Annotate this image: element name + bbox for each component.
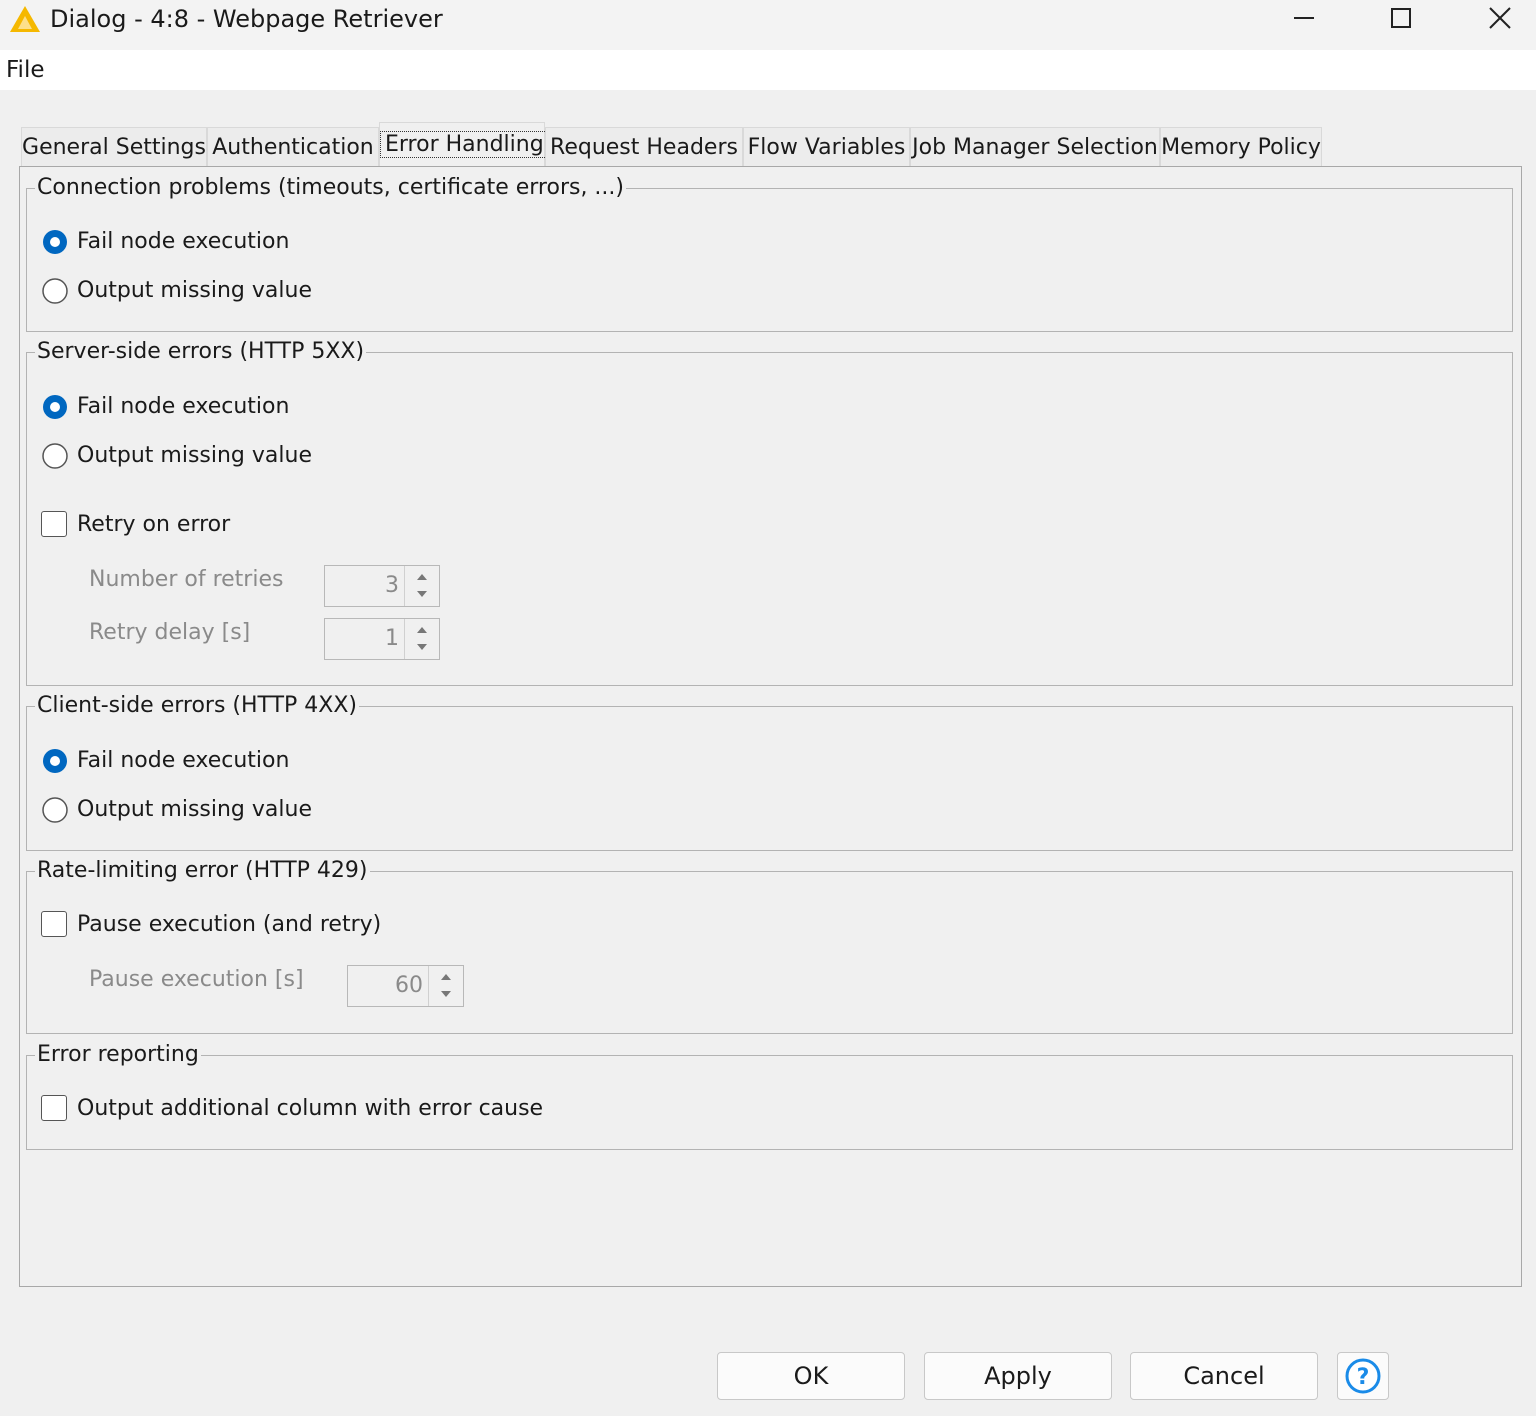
ok-button[interactable]: OK: [717, 1352, 905, 1400]
connection-problems-legend: Connection problems (timeouts, certifica…: [37, 175, 624, 200]
spinner-arrows-icon[interactable]: [404, 566, 439, 606]
minimize-icon: [1294, 17, 1314, 19]
help-button[interactable]: ?: [1337, 1352, 1389, 1400]
menu-bar: File: [0, 50, 1536, 90]
tab-request-headers[interactable]: Request Headers: [545, 127, 743, 167]
help-icon: ?: [1345, 1358, 1381, 1394]
spinner-arrows-icon[interactable]: [428, 966, 463, 1006]
cancel-button[interactable]: Cancel: [1130, 1352, 1318, 1400]
pause-seconds-spinner[interactable]: 60: [347, 965, 464, 1007]
pause-seconds-value: 60: [395, 973, 423, 998]
radio-unselected-icon: [42, 443, 68, 469]
radio-selected-icon: [43, 395, 67, 419]
rate-limiting-legend: Rate-limiting error (HTTP 429): [37, 858, 368, 883]
radio-unselected-icon: [42, 278, 68, 304]
retries-spinner[interactable]: 3: [324, 565, 440, 607]
tab-memory-policy[interactable]: Memory Policy: [1160, 127, 1322, 167]
menu-file[interactable]: File: [6, 56, 45, 84]
apply-button[interactable]: Apply: [924, 1352, 1112, 1400]
radio-selected-icon: [43, 230, 67, 254]
retries-label: Number of retries: [89, 567, 284, 592]
tab-job-manager-selection[interactable]: Job Manager Selection: [910, 127, 1160, 167]
close-icon: [1489, 7, 1511, 29]
close-button[interactable]: [1450, 0, 1536, 40]
tab-general-settings[interactable]: General Settings: [21, 127, 207, 167]
tab-error-handling[interactable]: Error Handling: [379, 122, 549, 168]
minimize-button[interactable]: [1254, 0, 1352, 40]
radio-selected-icon: [43, 749, 67, 773]
retry-delay-label: Retry delay [s]: [89, 620, 251, 645]
title-bar: Dialog - 4:8 - Webpage Retriever: [0, 0, 1536, 50]
server-errors-legend: Server-side errors (HTTP 5XX): [37, 339, 365, 364]
maximize-button[interactable]: [1352, 0, 1450, 40]
client-errors-legend: Client-side errors (HTTP 4XX): [37, 693, 358, 718]
radio-unselected-icon: [42, 797, 68, 823]
spinner-arrows-icon[interactable]: [404, 619, 439, 659]
retry-delay-spinner[interactable]: 1: [324, 618, 440, 660]
tab-authentication[interactable]: Authentication: [207, 127, 379, 167]
retry-delay-value: 1: [385, 626, 399, 651]
retries-value: 3: [385, 573, 399, 598]
tab-flow-variables[interactable]: Flow Variables: [743, 127, 910, 167]
svg-text:?: ?: [1357, 1365, 1370, 1390]
checkbox-unchecked-icon: [41, 911, 67, 937]
rate-limiting-group: Rate-limiting error (HTTP 429): [26, 857, 1513, 1034]
window-title: Dialog - 4:8 - Webpage Retriever: [50, 5, 443, 33]
checkbox-unchecked-icon: [41, 511, 67, 537]
error-reporting-legend: Error reporting: [37, 1042, 199, 1067]
maximize-icon: [1391, 8, 1411, 28]
checkbox-unchecked-icon: [41, 1095, 67, 1121]
knime-warning-icon: [10, 6, 40, 32]
pause-seconds-label: Pause execution [s]: [89, 967, 304, 992]
